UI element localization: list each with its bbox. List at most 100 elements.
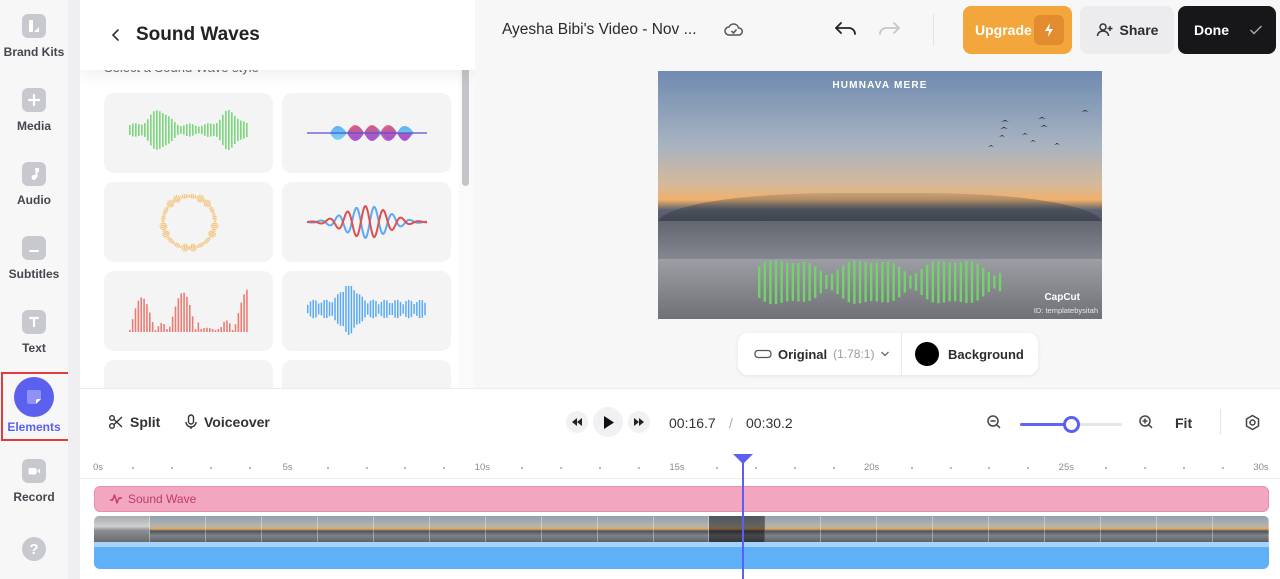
ruler-tick: [326, 467, 329, 469]
ruler-tick: [638, 467, 641, 469]
sound-wave-track[interactable]: Sound Wave: [94, 486, 1269, 512]
overlay-wave-bar: [853, 260, 856, 304]
wave-bar: [164, 114, 167, 146]
sound-wave-tile-green-bars[interactable]: [104, 93, 273, 173]
wave-bar: [225, 320, 228, 332]
zoom-out-icon[interactable]: [986, 414, 1002, 435]
sound-wave-tile-blue-bars[interactable]: [282, 271, 451, 351]
sound-wave-tile-sine-lines[interactable]: [282, 182, 451, 262]
fast-forward-button[interactable]: [628, 411, 650, 433]
overlay-wave-bar: [965, 260, 968, 304]
back-button[interactable]: [108, 27, 124, 43]
playhead-handle[interactable]: [733, 454, 754, 464]
wave-bar: [185, 296, 188, 332]
wave-bar: [382, 299, 385, 319]
wave-bar: [194, 329, 196, 332]
overlay-wave-bar: [842, 265, 845, 299]
sidebar-item-media[interactable]: Media: [0, 88, 68, 133]
wave-bar: [239, 120, 242, 140]
done-label: Done: [1194, 22, 1229, 38]
wave-bar: [371, 299, 374, 319]
wave-bar: [162, 213, 165, 216]
overlay-wave-bar: [926, 264, 929, 300]
sidebar-item-subtitles[interactable]: Subtitles: [0, 236, 68, 281]
wave-bar: [347, 286, 349, 335]
wave-bar: [157, 326, 159, 332]
wave-bar: [146, 119, 149, 141]
capcut-id: ID: templatebysitah: [1033, 306, 1098, 315]
wave-bar: [159, 226, 167, 229]
audio-track[interactable]: [94, 542, 1269, 569]
ruler-tick: [754, 467, 757, 469]
share-button[interactable]: Share: [1080, 6, 1174, 54]
wave-bar: [162, 212, 166, 215]
video-frame-thumbnail: [317, 516, 374, 542]
ruler-tick: [1144, 467, 1147, 469]
voiceover-button[interactable]: Voiceover: [184, 414, 270, 430]
video-frame-thumbnail: [933, 516, 990, 542]
zoom-slider-thumb[interactable]: [1063, 416, 1080, 433]
sound-wave-tile-red-loops[interactable]: [282, 360, 451, 388]
sound-wave-tile-gradient-blob[interactable]: [282, 93, 451, 173]
waveform-icon: [110, 494, 122, 504]
video-frame-thumbnail: [94, 516, 150, 542]
wave-bar: [131, 123, 134, 137]
sidebar-item-audio[interactable]: Audio: [0, 162, 68, 207]
video-frame-thumbnail: [1213, 516, 1269, 542]
play-button[interactable]: [593, 407, 623, 437]
fit-button[interactable]: Fit: [1175, 415, 1192, 431]
header-divider: [933, 14, 934, 46]
wave-bar: [385, 300, 388, 318]
plus-icon: [22, 88, 46, 112]
wave-bar: [151, 322, 153, 332]
rewind-button[interactable]: [566, 411, 588, 433]
sidebar-item-text[interactable]: Text: [0, 310, 68, 355]
wave-bar: [170, 199, 175, 204]
cloud-saved-icon: [724, 21, 744, 44]
video-title-overlay: HUMNAVA MERE: [832, 80, 928, 91]
sound-waves-panel: Sound Waves Select a Sound Wave style: [80, 0, 475, 388]
background-button[interactable]: Background: [902, 333, 1024, 375]
wave-bar: [177, 298, 179, 332]
overlay-wave-bar: [830, 273, 834, 291]
overlay-wave-bar: [970, 261, 974, 303]
zoom-slider[interactable]: [1020, 416, 1122, 433]
redo-icon[interactable]: [876, 19, 902, 44]
app: Brand Kits Media Audio Subtitles Text El…: [0, 0, 1280, 579]
help-icon[interactable]: ?: [22, 537, 46, 561]
wave-bar: [149, 114, 152, 146]
aspect-ratio-dropdown[interactable]: Original (1.78:1): [738, 333, 902, 375]
sound-wave-overlay[interactable]: [758, 257, 1008, 307]
wave-bar: [197, 322, 199, 332]
done-button[interactable]: Done: [1178, 6, 1276, 54]
gear-icon[interactable]: [1244, 414, 1261, 436]
undo-icon[interactable]: [833, 19, 859, 44]
zoom-in-icon[interactable]: [1138, 414, 1154, 435]
sidebar-item-record[interactable]: Record: [0, 459, 68, 504]
sidebar-item-brand-kits[interactable]: Brand Kits: [0, 14, 68, 59]
ruler-tick: [365, 467, 368, 469]
wave-bar: [208, 328, 211, 332]
video-preview[interactable]: HUMNAVA MERE CapCut ID: templatebysitah: [658, 71, 1102, 319]
wave-bar: [239, 302, 242, 332]
upgrade-button[interactable]: Upgrade: [963, 6, 1072, 54]
sound-wave-tile-circular[interactable]: [104, 182, 273, 262]
wave-bar: [162, 324, 165, 332]
wave-bar: [201, 198, 205, 203]
playhead[interactable]: [742, 455, 745, 579]
video-frame-thumbnail: [485, 516, 542, 542]
overlay-wave-bar: [864, 261, 867, 303]
wave-bar: [179, 196, 182, 199]
left-rail: Brand Kits Media Audio Subtitles Text El…: [0, 0, 70, 579]
wave-bar: [148, 312, 151, 332]
wave-bar: [210, 229, 216, 233]
wave-bar: [361, 296, 363, 322]
sound-wave-tile-red-spectrum[interactable]: [104, 271, 273, 351]
video-track[interactable]: [94, 516, 1269, 542]
document-title[interactable]: Ayesha Bibi's Video - Nov ...: [502, 21, 697, 39]
timeline-ruler[interactable]: 0s 5s 10s 15s 20s 25s 30s: [80, 459, 1280, 479]
sound-wave-tile-orange-spectrum[interactable]: [104, 360, 273, 388]
wave-bar: [210, 226, 218, 229]
split-button[interactable]: Split: [108, 414, 160, 430]
ratio-label: Original: [778, 346, 828, 362]
